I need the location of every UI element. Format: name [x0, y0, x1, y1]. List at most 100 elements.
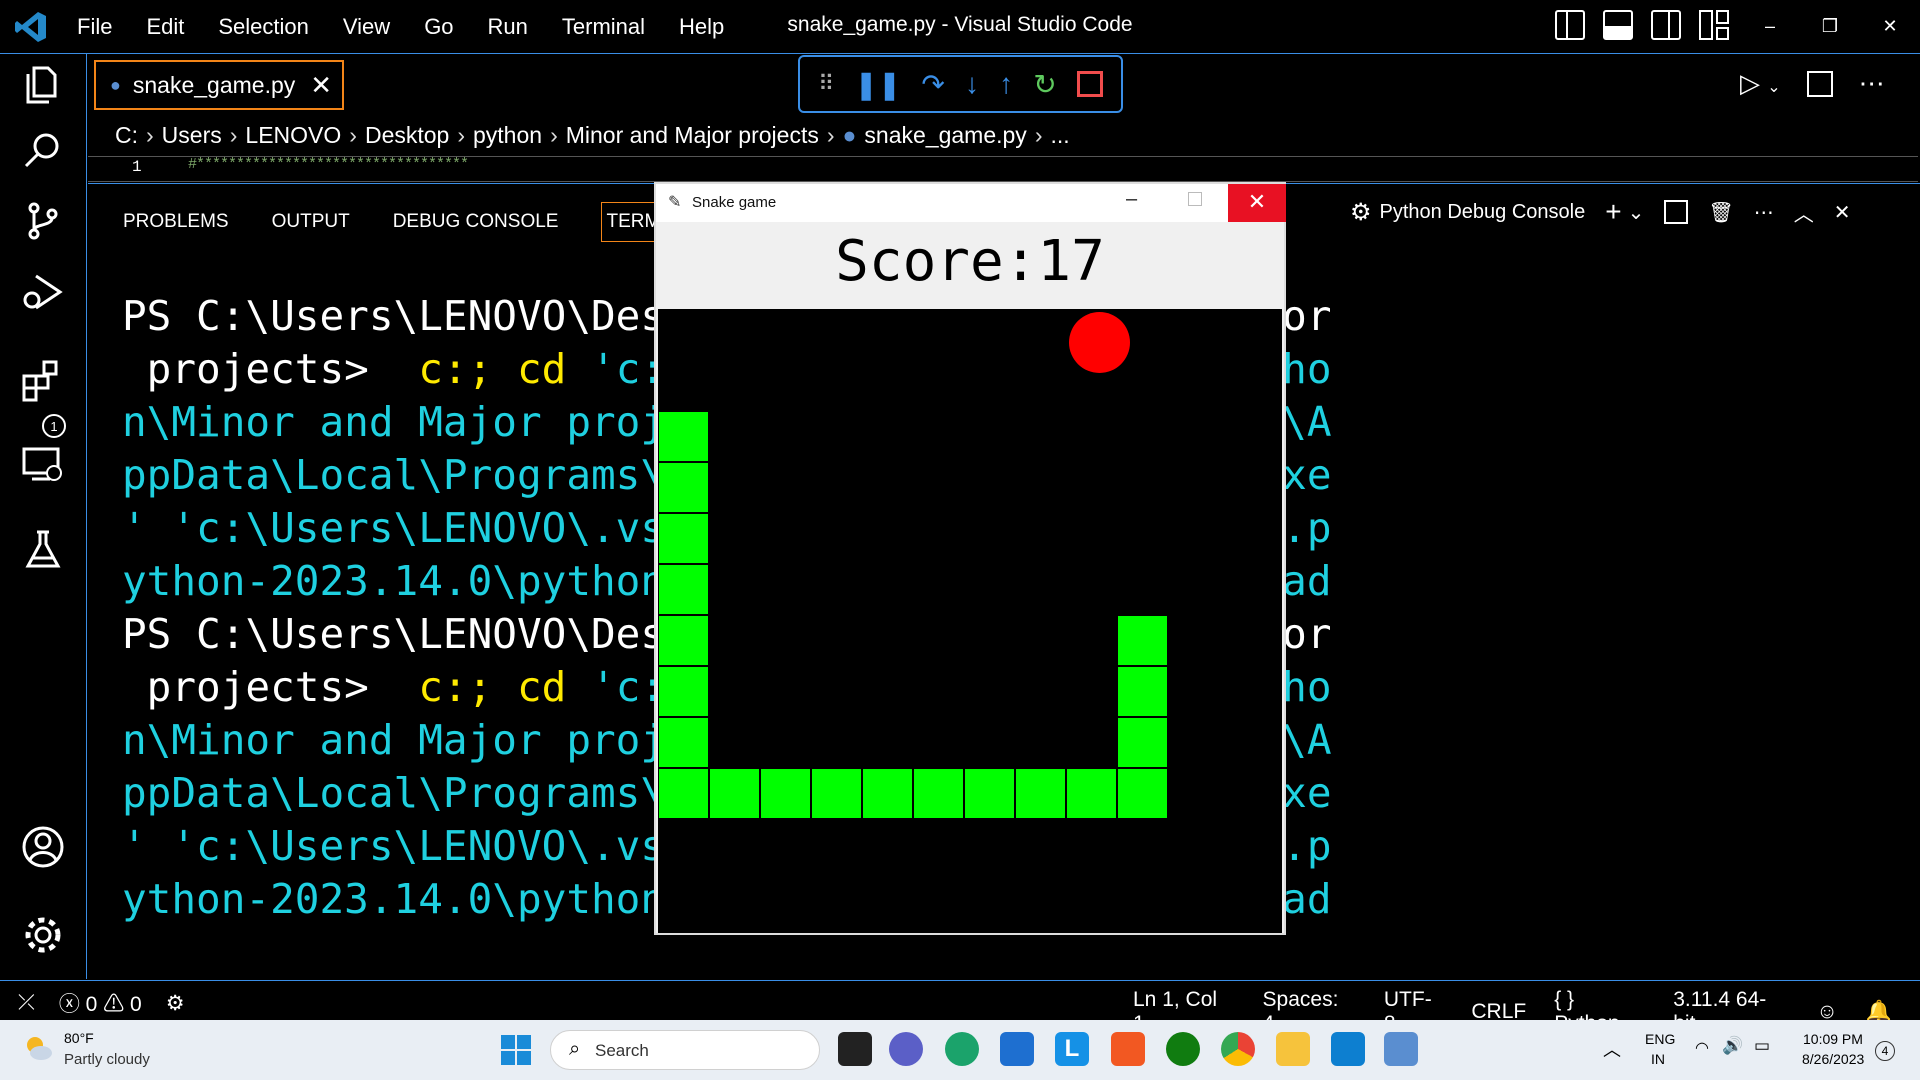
- step-over-icon[interactable]: ↷: [921, 68, 944, 101]
- stop-icon[interactable]: [1076, 71, 1103, 97]
- explorer-icon[interactable]: [18, 58, 68, 108]
- drag-handle-icon[interactable]: ⠿: [818, 71, 834, 97]
- breadcrumb-item[interactable]: Minor and Major projects: [566, 122, 819, 149]
- breadcrumb-item[interactable]: snake_game.py: [864, 122, 1026, 149]
- new-terminal-icon[interactable]: +: [1605, 196, 1621, 228]
- source-control-icon[interactable]: [18, 196, 68, 246]
- editor-tab[interactable]: ● snake_game.py ✕: [94, 60, 344, 110]
- step-into-icon[interactable]: ↓: [965, 68, 979, 100]
- error-icon: ⓧ: [58, 993, 80, 1016]
- problems-indicator[interactable]: ⓧ 0 ⚠ 0: [59, 988, 142, 1018]
- breadcrumb-item[interactable]: Desktop: [365, 122, 449, 149]
- clock-date[interactable]: 8/26/2023: [1802, 1051, 1864, 1067]
- run-and-debug-icon[interactable]: [18, 268, 68, 318]
- remote-indicator-icon[interactable]: ⤫: [18, 991, 35, 1015]
- more-actions-icon[interactable]: ⋯: [1754, 200, 1774, 225]
- testing-icon[interactable]: [18, 524, 68, 574]
- chevron-down-icon[interactable]: ⌄: [1628, 200, 1645, 225]
- tab-problems[interactable]: PROBLEMS: [123, 211, 229, 233]
- kill-terminal-icon[interactable]: 🗑: [1708, 200, 1733, 225]
- battery-icon[interactable]: ▭: [1754, 1036, 1770, 1056]
- input-region[interactable]: IN: [1651, 1051, 1665, 1067]
- snake-segment: [658, 462, 709, 513]
- toggle-secondary-sidebar-icon[interactable]: [1651, 10, 1681, 40]
- taskbar-search[interactable]: ⌕ Search: [550, 1030, 820, 1070]
- notification-count[interactable]: 4: [1875, 1041, 1895, 1061]
- snake-segment: [658, 564, 709, 615]
- menu-run[interactable]: Run: [471, 14, 545, 40]
- teams-chat-icon[interactable]: [889, 1032, 923, 1066]
- window-controls: – ❐ ✕: [1740, 0, 1920, 53]
- show-hidden-icons-icon[interactable]: ︿: [1603, 1036, 1621, 1062]
- chrome-icon[interactable]: [1221, 1032, 1255, 1066]
- menu-go[interactable]: Go: [407, 14, 470, 40]
- menu-file[interactable]: File: [60, 14, 129, 40]
- microsoft-store-icon[interactable]: [1000, 1032, 1034, 1066]
- close-button[interactable]: ✕: [1860, 0, 1920, 53]
- food: [1069, 312, 1130, 373]
- toggle-primary-sidebar-icon[interactable]: [1555, 10, 1585, 40]
- split-terminal-icon[interactable]: [1664, 200, 1689, 224]
- menu-selection[interactable]: Selection: [201, 14, 326, 40]
- windows-start-icon[interactable]: [501, 1035, 531, 1065]
- clock-time[interactable]: 10:09 PM: [1803, 1031, 1863, 1047]
- debug-toolbar: ⠿ ❚❚ ↷ ↓ ↑ ↻: [798, 55, 1123, 113]
- settings-gear-icon[interactable]: [18, 910, 68, 960]
- extensions-icon[interactable]: [18, 354, 68, 404]
- snake-close-button[interactable]: ✕: [1228, 184, 1286, 222]
- edge-icon[interactable]: [945, 1032, 979, 1066]
- terminal-name[interactable]: Python Debug Console: [1380, 201, 1586, 224]
- breadcrumb-item[interactable]: LENOVO: [245, 122, 341, 149]
- tab-debug-console[interactable]: DEBUG CONSOLE: [393, 211, 559, 233]
- weather-temperature[interactable]: 80°F: [64, 1030, 94, 1046]
- vscode-taskbar-icon[interactable]: [1331, 1032, 1365, 1066]
- customize-layout-icon[interactable]: [1699, 10, 1729, 40]
- snake-maximize-button[interactable]: [1188, 192, 1202, 206]
- weather-description[interactable]: Partly cloudy: [64, 1051, 150, 1068]
- snake-window-title: Snake game: [692, 194, 777, 211]
- menu-view[interactable]: View: [326, 14, 407, 40]
- python-file-icon: ●: [842, 122, 857, 148]
- search-icon[interactable]: [18, 126, 68, 176]
- debug-status-icon[interactable]: ⚙: [166, 991, 185, 1016]
- xbox-icon[interactable]: [1166, 1032, 1200, 1066]
- pause-icon[interactable]: ❚❚: [854, 68, 901, 101]
- maximize-panel-icon[interactable]: ︿: [1794, 198, 1814, 227]
- run-python-file-icon[interactable]: ▷ ⌄: [1740, 68, 1781, 99]
- more-actions-icon[interactable]: ⋯: [1859, 68, 1885, 99]
- breadcrumb-item[interactable]: C:: [115, 122, 138, 149]
- restore-button[interactable]: ❐: [1800, 0, 1860, 53]
- tab-close-icon[interactable]: ✕: [310, 70, 332, 101]
- snake-window-titlebar[interactable]: ✎ Snake game – ✕: [656, 184, 1286, 222]
- menu-edit[interactable]: Edit: [129, 14, 201, 40]
- breadcrumb-item[interactable]: ...: [1050, 122, 1069, 149]
- input-language[interactable]: ENG: [1645, 1031, 1675, 1047]
- restart-icon[interactable]: ↻: [1033, 68, 1056, 101]
- l-app-icon[interactable]: L: [1055, 1032, 1089, 1066]
- snake-minimize-button[interactable]: –: [1126, 188, 1137, 211]
- windows-taskbar: 80°F Partly cloudy ⌕ Search L ︿ ENG IN ◠…: [0, 1020, 1920, 1080]
- menu-terminal[interactable]: Terminal: [545, 14, 662, 40]
- step-out-icon[interactable]: ↑: [999, 68, 1013, 100]
- menu-help[interactable]: Help: [662, 14, 741, 40]
- partly-cloudy-icon[interactable]: [22, 1032, 54, 1064]
- toggle-panel-icon[interactable]: [1603, 10, 1633, 40]
- split-editor-icon[interactable]: [1806, 70, 1833, 97]
- python-taskbar-icon[interactable]: [1384, 1032, 1418, 1066]
- code-line[interactable]: #**********************************: [188, 156, 469, 173]
- snake-segment: [964, 768, 1015, 819]
- breadcrumb-item[interactable]: python: [473, 122, 542, 149]
- volume-icon[interactable]: 🔊: [1722, 1036, 1743, 1056]
- minimize-button[interactable]: –: [1740, 0, 1800, 53]
- task-view-icon[interactable]: [838, 1032, 872, 1066]
- wifi-icon[interactable]: ◠: [1695, 1038, 1709, 1058]
- snake-game-window[interactable]: ✎ Snake game – ✕ Score:17: [654, 182, 1286, 935]
- brave-icon[interactable]: [1111, 1032, 1145, 1066]
- accounts-icon[interactable]: [18, 822, 68, 872]
- close-panel-icon[interactable]: ✕: [1834, 200, 1851, 225]
- tab-output[interactable]: OUTPUT: [272, 211, 350, 233]
- file-explorer-icon[interactable]: [1276, 1032, 1310, 1066]
- breadcrumb-item[interactable]: Users: [162, 122, 222, 149]
- snake-segment: [1117, 768, 1168, 819]
- remote-explorer-icon[interactable]: [18, 439, 68, 489]
